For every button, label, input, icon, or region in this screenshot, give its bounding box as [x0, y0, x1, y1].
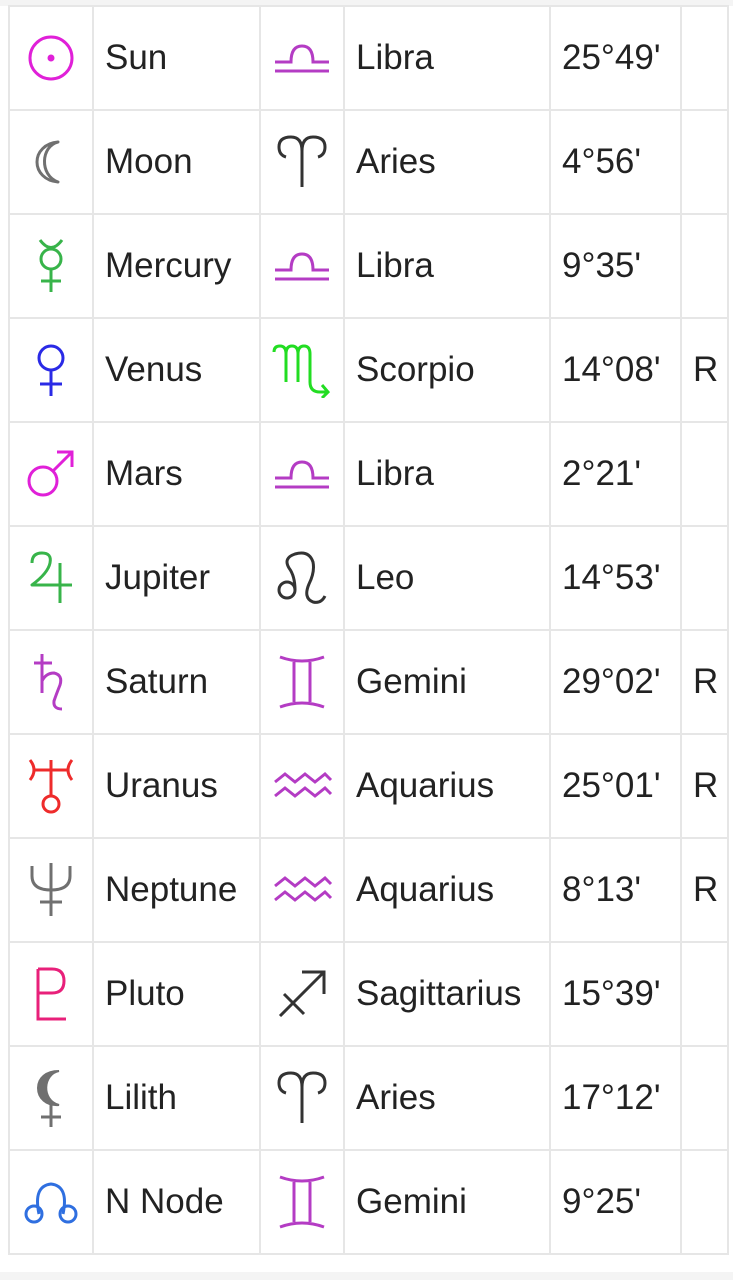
sagittarius-icon	[262, 966, 342, 1022]
planet-name: Jupiter	[92, 525, 261, 631]
gemini-icon	[262, 653, 342, 711]
pluto-icon	[11, 964, 91, 1024]
planet-name: Mars	[92, 421, 261, 527]
degree-value: 29°02'	[549, 629, 682, 735]
bottom-edge	[0, 1272, 733, 1280]
degree-value: 14°08'	[549, 317, 682, 423]
leo-icon	[262, 550, 342, 606]
sign-name: Aquarius	[343, 837, 551, 943]
table-row: Lilith Aries 17°12'	[8, 1045, 729, 1151]
retrograde-marker	[680, 1045, 729, 1151]
planet-name: Neptune	[92, 837, 261, 943]
table-row: Mercury Libra 9°35'	[8, 213, 729, 319]
table-row: Jupiter Leo 14°53'	[8, 525, 729, 631]
aries-icon	[262, 1069, 342, 1127]
table-row: Sun Libra 25°49'	[8, 5, 729, 111]
sign-name: Aries	[343, 109, 551, 215]
table-row: Moon Aries 4°56'	[8, 109, 729, 215]
sign-name: Aries	[343, 1045, 551, 1151]
planet-name: Venus	[92, 317, 261, 423]
planet-name: Moon	[92, 109, 261, 215]
retrograde-marker	[680, 213, 729, 319]
mercury-icon	[11, 237, 91, 295]
degree-value: 14°53'	[549, 525, 682, 631]
retrograde-marker: R	[680, 733, 729, 839]
lilith-icon	[11, 1067, 91, 1129]
planet-name: Pluto	[92, 941, 261, 1047]
retrograde-marker	[680, 421, 729, 527]
moon-icon	[11, 137, 91, 187]
venus-icon	[11, 341, 91, 399]
retrograde-marker	[680, 109, 729, 215]
degree-value: 25°01'	[549, 733, 682, 839]
mars-icon	[11, 447, 91, 501]
planet-positions-table: Sun Libra 25°49' Moon Aries 4°56' Mercur…	[8, 5, 729, 1255]
aquarius-icon	[262, 766, 342, 806]
table-row: Neptune Aquarius 8°13' R	[8, 837, 729, 943]
libra-icon	[262, 454, 342, 494]
planet-name: Sun	[92, 5, 261, 111]
table-row: Pluto Sagittarius 15°39'	[8, 941, 729, 1047]
retrograde-marker	[680, 525, 729, 631]
gemini-icon	[262, 1173, 342, 1231]
jupiter-icon	[11, 549, 91, 607]
sign-name: Gemini	[343, 629, 551, 735]
degree-value: 9°25'	[549, 1149, 682, 1255]
sign-name: Scorpio	[343, 317, 551, 423]
table-row: Venus Scorpio 14°08' R	[8, 317, 729, 423]
neptune-icon	[11, 860, 91, 920]
sign-name: Libra	[343, 421, 551, 527]
aquarius-icon	[262, 870, 342, 910]
aries-icon	[262, 133, 342, 191]
sign-name: Sagittarius	[343, 941, 551, 1047]
table-row: Mars Libra 2°21'	[8, 421, 729, 527]
planet-name: Uranus	[92, 733, 261, 839]
planet-name: N Node	[92, 1149, 261, 1255]
sign-name: Leo	[343, 525, 551, 631]
degree-value: 25°49'	[549, 5, 682, 111]
retrograde-marker	[680, 941, 729, 1047]
uranus-icon	[11, 756, 91, 816]
degree-value: 2°21'	[549, 421, 682, 527]
degree-value: 15°39'	[549, 941, 682, 1047]
sign-name: Aquarius	[343, 733, 551, 839]
sign-name: Libra	[343, 213, 551, 319]
table-row: N Node Gemini 9°25'	[8, 1149, 729, 1255]
degree-value: 8°13'	[549, 837, 682, 943]
retrograde-marker	[680, 5, 729, 111]
retrograde-marker: R	[680, 837, 729, 943]
planet-name: Saturn	[92, 629, 261, 735]
table-row: Saturn Gemini 29°02' R	[8, 629, 729, 735]
table-row: Uranus Aquarius 25°01' R	[8, 733, 729, 839]
planet-name: Mercury	[92, 213, 261, 319]
north-node-icon	[11, 1180, 91, 1224]
degree-value: 4°56'	[549, 109, 682, 215]
planet-name: Lilith	[92, 1045, 261, 1151]
saturn-icon	[11, 651, 91, 713]
retrograde-marker: R	[680, 629, 729, 735]
degree-value: 9°35'	[549, 213, 682, 319]
libra-icon	[262, 246, 342, 286]
scorpio-icon	[262, 342, 342, 398]
table-body: Sun Libra 25°49' Moon Aries 4°56' Mercur…	[8, 5, 729, 1255]
degree-value: 17°12'	[549, 1045, 682, 1151]
retrograde-marker: R	[680, 317, 729, 423]
sign-name: Libra	[343, 5, 551, 111]
sign-name: Gemini	[343, 1149, 551, 1255]
retrograde-marker	[680, 1149, 729, 1255]
sun-icon	[11, 33, 91, 83]
libra-icon	[262, 38, 342, 78]
